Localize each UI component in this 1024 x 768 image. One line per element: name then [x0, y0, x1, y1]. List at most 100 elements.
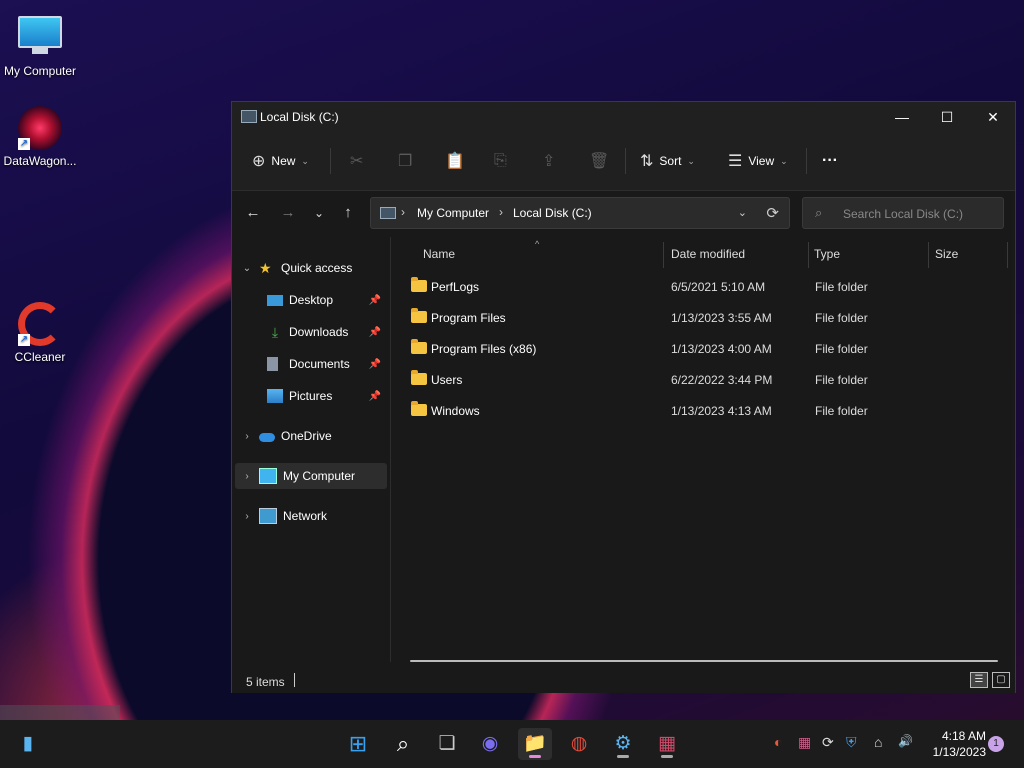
chevron-down-icon: ⌄: [780, 155, 788, 166]
sidebar-item-quick-access[interactable]: ⌄ ★ Quick access: [235, 255, 387, 281]
folder-icon: [411, 401, 427, 416]
table-row[interactable]: PerfLogs 6/5/2021 5:10 AM File folder: [391, 272, 1015, 303]
column-header-type[interactable]: Type: [814, 247, 840, 261]
sidebar-item-label: Downloads: [289, 325, 349, 339]
chevron-right-icon[interactable]: ›: [235, 471, 259, 482]
clock-date: 1/13/2023: [932, 745, 986, 759]
notification-badge[interactable]: 1: [988, 736, 1004, 752]
clock[interactable]: 4:18 AM 1/13/2023: [922, 728, 986, 760]
defender-shield-icon[interactable]: ⛨: [846, 734, 857, 751]
file-type: File folder: [815, 404, 868, 418]
copy-button[interactable]: ❐: [398, 150, 412, 172]
view-label: View: [748, 154, 775, 168]
ccleaner-icon: ↗: [18, 302, 62, 346]
horizontal-scrollbar[interactable]: [410, 660, 998, 662]
paste-button[interactable]: 📋: [445, 150, 465, 172]
share-button[interactable]: ⇪: [542, 150, 555, 172]
sort-button[interactable]: ⇅ Sort ⌄: [640, 150, 695, 172]
pin-icon: 📌: [368, 390, 381, 402]
chevron-down-icon: ⌄: [301, 155, 309, 166]
forward-button[interactable]: →: [278, 203, 298, 223]
more-options-button[interactable]: ···: [822, 150, 838, 172]
maximize-button[interactable]: ☐: [924, 102, 970, 132]
file-date: 1/13/2023 4:00 AM: [671, 342, 772, 356]
breadcrumb-my-computer[interactable]: My Computer: [417, 206, 489, 220]
desktop-icon-datawagon[interactable]: ↗ DataWagon...: [0, 106, 80, 168]
control-panel-icon: ⚙: [614, 733, 632, 754]
shortcut-arrow-icon: ↗: [18, 138, 30, 150]
minimize-button[interactable]: —: [879, 102, 925, 132]
cut-button[interactable]: ✂: [350, 150, 363, 172]
breadcrumb-local-disk[interactable]: Local Disk (C:): [513, 206, 592, 220]
file-name: Program Files (x86): [431, 342, 537, 356]
file-explorer-taskbar-button[interactable]: 📁: [518, 728, 552, 760]
up-button[interactable]: ↑: [338, 203, 358, 223]
start-button[interactable]: ⊞: [341, 728, 375, 760]
table-row[interactable]: Users 6/22/2022 3:44 PM File folder: [391, 365, 1015, 396]
new-label: New: [271, 154, 296, 168]
sidebar-item-network[interactable]: › Network: [235, 503, 387, 529]
command-bar: ⊕ New ⌄ ✂ ❐ 📋 ⎘ ⇪ 🗑 ⇅ Sort ⌄ ☰ View ⌄ ··…: [232, 132, 1015, 191]
ccleaner-tray-icon[interactable]: ◐: [774, 734, 782, 750]
download-arrow-icon: ⤓: [271, 324, 279, 340]
sidebar-item-label: OneDrive: [281, 429, 332, 443]
control-panel-button[interactable]: ⚙: [606, 728, 640, 760]
chat-button[interactable]: ◉: [473, 728, 507, 760]
update-tray-icon[interactable]: ⟳: [822, 734, 834, 751]
file-date: 1/13/2023 4:13 AM: [671, 404, 772, 418]
column-header-name[interactable]: Name: [423, 247, 455, 261]
refresh-button[interactable]: ⟳: [766, 204, 779, 222]
column-header-date-modified[interactable]: Date modified: [671, 247, 745, 261]
desktop-icon-my-computer[interactable]: My Computer: [0, 14, 80, 78]
window-title: Local Disk (C:): [260, 110, 339, 124]
search-box[interactable]: ⌕ Search Local Disk (C:): [802, 197, 1004, 229]
address-bar[interactable]: › My Computer › Local Disk (C:) ⌄ ⟳: [370, 197, 790, 229]
sidebar-item-downloads[interactable]: ⤓ Downloads 📌: [235, 319, 387, 345]
chrome-button[interactable]: ◍: [562, 728, 596, 760]
star-icon: ★: [259, 260, 272, 276]
sidebar-item-desktop[interactable]: Desktop 📌: [235, 287, 387, 313]
file-name: Windows: [431, 404, 480, 418]
table-row[interactable]: Windows 1/13/2023 4:13 AM File folder: [391, 396, 1015, 427]
monitor-icon: [259, 468, 277, 484]
table-row[interactable]: Program Files (x86) 1/13/2023 4:00 AM Fi…: [391, 334, 1015, 365]
close-button[interactable]: ✕: [970, 102, 1016, 132]
navigation-row: ← → ⌄ ↑ › My Computer › Local Disk (C:) …: [232, 191, 1015, 237]
tiles-view-button[interactable]: ▢: [992, 672, 1010, 688]
column-header-size[interactable]: Size: [935, 247, 958, 261]
breadcrumb-separator: ›: [499, 205, 503, 219]
recent-locations-button[interactable]: ⌄: [309, 203, 329, 223]
back-button[interactable]: ←: [243, 203, 263, 223]
search-button[interactable]: ⌕: [386, 728, 420, 760]
chevron-down-icon[interactable]: ⌄: [235, 263, 259, 274]
winrar-button[interactable]: ▦: [650, 728, 684, 760]
chevron-right-icon[interactable]: ›: [235, 431, 259, 442]
view-button[interactable]: ☰ View ⌄: [728, 150, 788, 172]
table-row[interactable]: Program Files 1/13/2023 3:55 AM File fol…: [391, 303, 1015, 334]
address-dropdown-button[interactable]: ⌄: [738, 206, 747, 219]
sidebar-item-pictures[interactable]: Pictures 📌: [235, 383, 387, 409]
delete-button[interactable]: 🗑: [589, 150, 609, 172]
new-button[interactable]: ⊕ New ⌄: [252, 150, 309, 172]
task-view-button[interactable]: ❏: [430, 728, 464, 760]
widgets-button[interactable]: ▮: [11, 728, 45, 760]
rename-button[interactable]: ⎘: [494, 150, 507, 172]
sidebar-item-label: Quick access: [281, 261, 353, 275]
folder-icon: [411, 339, 427, 354]
sidebar-item-onedrive[interactable]: › OneDrive: [235, 423, 387, 449]
pin-icon: 📌: [368, 326, 381, 338]
desktop-icon-ccleaner[interactable]: ↗ CCleaner: [0, 302, 80, 364]
network-tray-icon[interactable]: ⌂: [874, 734, 882, 750]
chevron-down-icon: ⌄: [687, 155, 695, 166]
status-bar: 5 items ☰ ▢: [232, 667, 1015, 693]
sidebar-item-documents[interactable]: Documents 📌: [235, 351, 387, 377]
winrar-tray-icon[interactable]: ▦: [798, 734, 811, 751]
volume-icon[interactable]: 🔊: [898, 734, 913, 748]
details-view-button[interactable]: ☰: [970, 672, 988, 688]
title-bar[interactable]: Local Disk (C:) — ☐ ✕: [232, 102, 1015, 132]
sidebar-item-my-computer[interactable]: › My Computer: [235, 463, 387, 489]
file-date: 6/5/2021 5:10 AM: [671, 280, 766, 294]
chevron-right-icon[interactable]: ›: [235, 511, 259, 522]
widgets-hover-area: [0, 705, 120, 720]
plus-circle-icon: ⊕: [252, 153, 266, 170]
